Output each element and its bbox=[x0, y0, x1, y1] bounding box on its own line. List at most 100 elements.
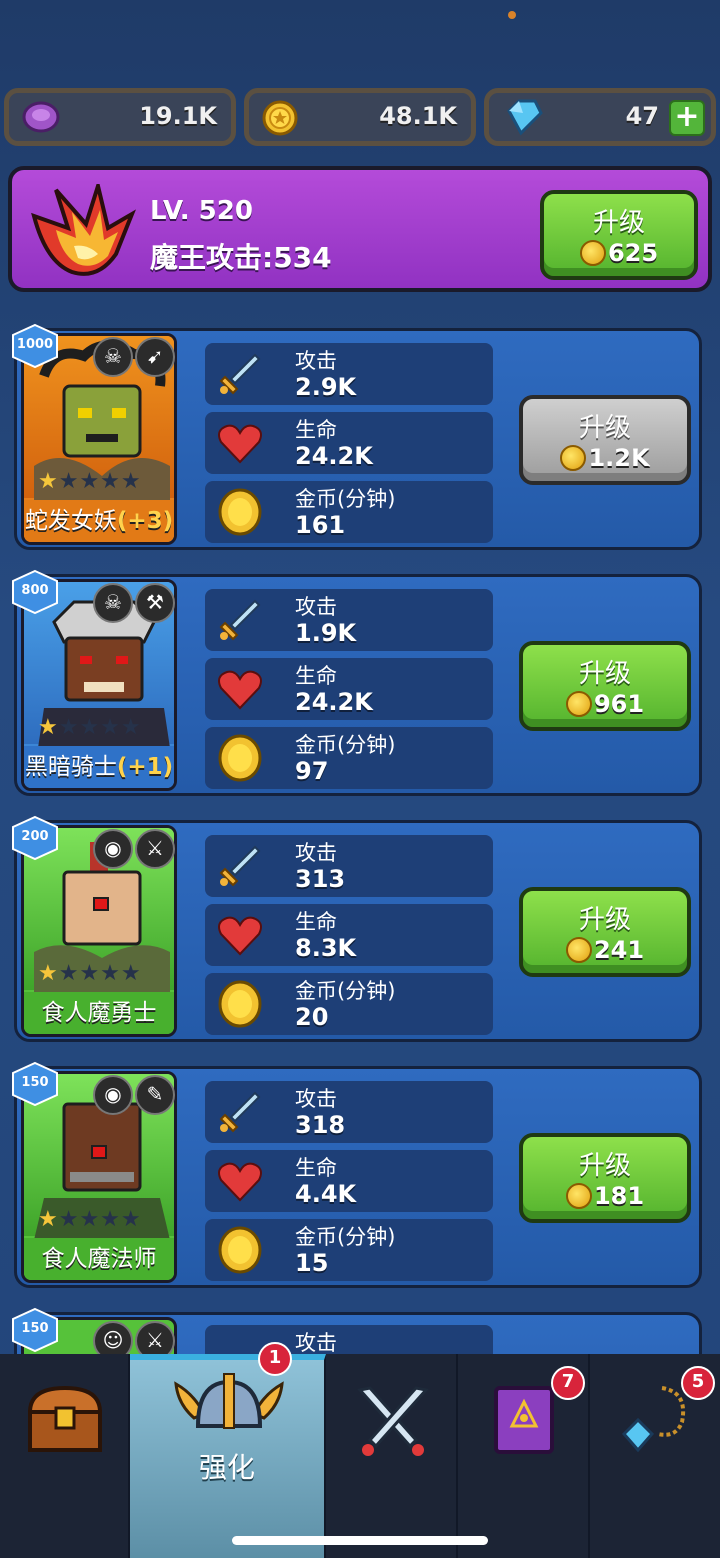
stat-gold: 金币(分钟) 161 bbox=[205, 481, 493, 543]
boss-attack: 魔王攻击:534 bbox=[150, 241, 332, 274]
hero-card: ★★★★★ 蛇发女妖(+3) 1000 ☠ ➹ 攻击 2.9K 生命 24.2K 金… bbox=[12, 323, 702, 550]
hero-stars: ★★★★★ bbox=[38, 1207, 142, 1232]
spellbook-icon bbox=[494, 1386, 554, 1454]
boss-upgrade-label: 升级 bbox=[592, 208, 645, 238]
hp-value: 24.2K bbox=[295, 688, 373, 716]
stat-attack: 攻击 318 bbox=[205, 1081, 493, 1143]
hp-value: 24.2K bbox=[295, 442, 373, 470]
coin-icon bbox=[560, 445, 587, 471]
tab-enhance[interactable]: 强化 bbox=[130, 1354, 326, 1558]
hero-name: 食人魔法师 bbox=[24, 1238, 174, 1280]
boss-upgrade-cost: 625 bbox=[607, 239, 659, 267]
cyclops-icon: ◉ bbox=[93, 829, 133, 869]
tab-amulet-badge: 5 bbox=[681, 1366, 715, 1400]
boss-upgrade-button[interactable]: 升级 625 bbox=[540, 190, 698, 280]
upgrade-cost: 181 bbox=[593, 1182, 645, 1210]
bow-icon: ➹ bbox=[135, 337, 175, 377]
gold-value: 161 bbox=[295, 511, 346, 539]
hero-level-badge: 1000 bbox=[9, 323, 61, 369]
attack-value: 1.9K bbox=[295, 619, 357, 647]
hero-level-badge: 200 bbox=[9, 815, 61, 861]
staff-icon: ✎ bbox=[135, 1075, 175, 1115]
coin-icon bbox=[565, 691, 592, 717]
sword-class-icon: ⚔ bbox=[135, 829, 175, 869]
hero-level-badge: 150 bbox=[9, 1061, 61, 1107]
stat-attack: 攻击 1.9K bbox=[205, 589, 493, 651]
heart-icon bbox=[218, 1162, 262, 1202]
boss-card: LV. 520 魔王攻击:534 升级 625 bbox=[8, 166, 712, 292]
upgrade-button[interactable]: 升级 181 bbox=[519, 1133, 691, 1223]
hero-stars: ★★★★★ bbox=[38, 469, 142, 494]
upgrade-button[interactable]: 升级 1.2K bbox=[519, 395, 691, 485]
gold-coin-icon bbox=[218, 734, 262, 782]
stat-hp: 生命 8.3K bbox=[205, 904, 493, 966]
tab-battle[interactable] bbox=[326, 1354, 458, 1558]
upgrade-cost: 241 bbox=[593, 936, 645, 964]
amulet-icon bbox=[621, 1386, 685, 1453]
hammer-icon: ⚒ bbox=[135, 583, 175, 623]
heart-icon bbox=[218, 424, 262, 464]
status-dot bbox=[508, 11, 516, 19]
stat-attack: 攻击 313 bbox=[205, 835, 493, 897]
hp-value: 4.4K bbox=[295, 1180, 357, 1208]
hero-name: 蛇发女妖(+3) bbox=[24, 500, 174, 542]
hero-card: ★★★★★ 食人魔法师 150 ◉ ✎ 攻击 318 生命 4.4K 金币(分钟) 1… bbox=[12, 1061, 702, 1288]
attack-value: 318 bbox=[295, 1111, 346, 1139]
gold-coin-icon bbox=[218, 488, 262, 536]
coin-icon bbox=[565, 937, 592, 963]
heart-icon bbox=[218, 670, 262, 710]
stat-hp: 生命 4.4K bbox=[205, 1150, 493, 1212]
heart-icon bbox=[218, 916, 262, 956]
tab-enhance-badge: 1 bbox=[258, 1342, 292, 1376]
gold-coin-icon bbox=[218, 1226, 262, 1274]
boss-level: LV. 520 bbox=[150, 196, 253, 226]
diamonds-value: 47 bbox=[625, 102, 659, 130]
hp-value: 8.3K bbox=[295, 934, 357, 962]
stat-hp: 生命 24.2K bbox=[205, 658, 493, 720]
gold-coin-icon bbox=[262, 100, 298, 136]
hero-level-badge: 800 bbox=[9, 569, 61, 615]
hero-name: 食人魔勇士 bbox=[24, 992, 174, 1034]
hero-card: ★★★★★ 食人魔勇士 200 ◉ ⚔ 攻击 313 生命 8.3K 金币(分钟) 2… bbox=[12, 815, 702, 1042]
skull-icon: ☠ bbox=[93, 583, 133, 623]
gold-coin-icon bbox=[218, 980, 262, 1028]
upgrade-button[interactable]: 升级 961 bbox=[519, 641, 691, 731]
tab-treasure[interactable] bbox=[0, 1354, 130, 1558]
diamond-icon bbox=[507, 99, 543, 136]
purple-gem-icon bbox=[22, 101, 60, 133]
upgrade-cost: 1.2K bbox=[588, 444, 650, 472]
hero-stars: ★★★★★ bbox=[38, 961, 142, 986]
gold-value: 20 bbox=[295, 1003, 329, 1031]
sword-icon bbox=[219, 599, 261, 641]
currency-diamonds: 47 + bbox=[484, 88, 716, 146]
home-indicator bbox=[232, 1536, 488, 1545]
sword-icon bbox=[219, 845, 261, 887]
winged-helmet-icon bbox=[174, 1373, 284, 1429]
fire-slash-icon bbox=[31, 184, 137, 276]
upgrade-button[interactable]: 升级 241 bbox=[519, 887, 691, 977]
currency-gold: 48.1K bbox=[244, 88, 476, 146]
coin-icon bbox=[579, 240, 606, 266]
skull-icon: ☠ bbox=[93, 337, 133, 377]
stat-gold: 金币(分钟) 20 bbox=[205, 973, 493, 1035]
currency-purple-gems: 19.1K bbox=[4, 88, 236, 146]
gold-value: 97 bbox=[295, 757, 329, 785]
hero-card: ★★★★★ 黑暗骑士(+1) 800 ☠ ⚒ 攻击 1.9K 生命 24.2K 金币… bbox=[12, 569, 702, 796]
coin-icon bbox=[565, 1183, 592, 1209]
cyclops-icon: ◉ bbox=[93, 1075, 133, 1115]
hero-stars: ★★★★★ bbox=[38, 715, 142, 740]
tab-spellbook-badge: 7 bbox=[551, 1366, 585, 1400]
gold-value: 15 bbox=[295, 1249, 329, 1277]
stat-attack: 攻击 2.9K bbox=[205, 343, 493, 405]
purple-gems-value: 19.1K bbox=[139, 102, 217, 130]
add-diamonds-button[interactable]: + bbox=[669, 100, 705, 136]
attack-value: 2.9K bbox=[295, 373, 357, 401]
hero-name: 黑暗骑士(+1) bbox=[24, 746, 174, 788]
stat-hp: 生命 24.2K bbox=[205, 412, 493, 474]
hero-level-badge: 150 bbox=[9, 1307, 61, 1353]
gold-value: 48.1K bbox=[379, 102, 457, 130]
bottom-nav: 强化 1 7 5 bbox=[0, 1342, 720, 1558]
attack-value: 313 bbox=[295, 865, 346, 893]
sword-icon bbox=[219, 1091, 261, 1133]
upgrade-cost: 961 bbox=[593, 690, 645, 718]
